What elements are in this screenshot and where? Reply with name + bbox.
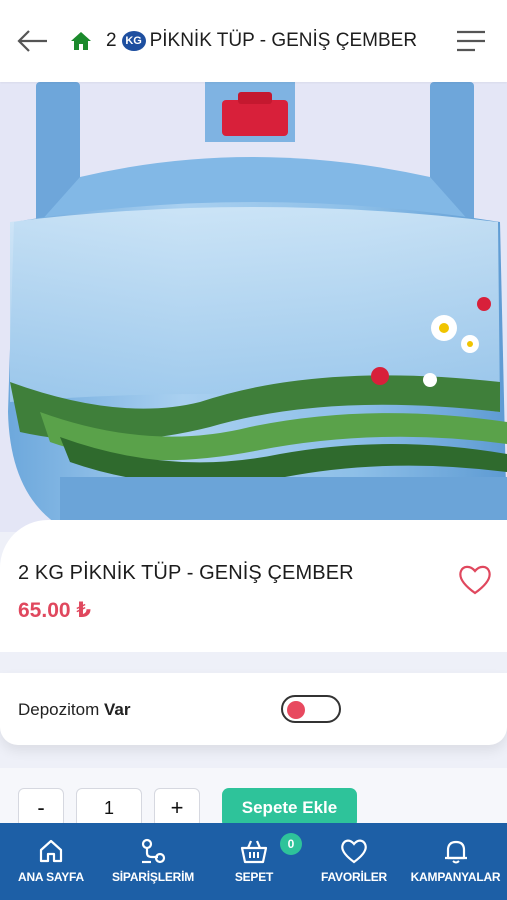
basket-icon bbox=[240, 840, 268, 864]
toggle-knob bbox=[287, 701, 305, 719]
decrease-button[interactable]: - bbox=[18, 788, 64, 828]
product-info-card: 2 KG PİKNİK TÜP - GENİŞ ÇEMBER 65.00 ₺ bbox=[0, 520, 507, 652]
nav-item-cart[interactable]: 0 SEPET bbox=[204, 823, 304, 900]
kg-logo: KG bbox=[121, 31, 146, 51]
add-to-cart-button[interactable]: Sepete Ekle bbox=[222, 788, 357, 828]
home-icon[interactable] bbox=[70, 30, 92, 52]
deposit-row: Depozitom Var bbox=[0, 673, 507, 745]
deposit-value: Var bbox=[104, 700, 131, 719]
nav-label-favorites: FAVORİLER bbox=[321, 870, 387, 884]
bell-icon bbox=[444, 840, 467, 864]
menu-icon bbox=[457, 30, 485, 52]
deposit-label: Depozitom Var bbox=[18, 700, 130, 720]
title-prefix: 2 bbox=[106, 30, 117, 51]
bottom-navigation: ANA SAYFA SİPARİŞLERİM 0 SEPET FAVORİLER bbox=[0, 823, 507, 900]
home-icon bbox=[39, 839, 63, 863]
nav-item-campaigns[interactable]: KAMPANYALAR bbox=[404, 823, 507, 900]
quantity-row: - 1 + Sepete Ekle bbox=[0, 768, 507, 828]
nav-label-orders: SİPARİŞLERİM bbox=[111, 870, 195, 884]
arrow-left-icon bbox=[17, 30, 47, 52]
increase-button[interactable]: + bbox=[154, 788, 200, 828]
menu-button[interactable] bbox=[455, 28, 487, 54]
nav-item-orders[interactable]: SİPARİŞLERİM bbox=[102, 823, 204, 900]
nav-label-campaigns: KAMPANYALAR bbox=[410, 870, 501, 884]
top-app-bar: 2 KG PİKNİK TÜP - GENİŞ ÇEMBER bbox=[0, 0, 507, 82]
favorite-button[interactable] bbox=[457, 562, 493, 598]
product-name: 2 KG PİKNİK TÜP - GENİŞ ÇEMBER bbox=[18, 562, 354, 584]
heart-outline-icon bbox=[459, 565, 491, 595]
product-price: 65.00 ₺ bbox=[18, 599, 91, 622]
deposit-label-text: Depozitom bbox=[18, 700, 100, 719]
quantity-input[interactable]: 1 bbox=[76, 788, 142, 828]
orders-icon bbox=[141, 838, 166, 864]
product-image bbox=[0, 82, 507, 532]
title-text: PİKNİK TÜP - GENİŞ ÇEMBER bbox=[149, 30, 418, 51]
nav-label-cart: SEPET bbox=[234, 870, 274, 884]
heart-icon bbox=[341, 839, 367, 864]
deposit-toggle[interactable] bbox=[281, 695, 341, 723]
back-button[interactable] bbox=[16, 26, 50, 56]
nav-item-home[interactable]: ANA SAYFA bbox=[0, 823, 102, 900]
page-title: 2 KG PİKNİK TÜP - GENİŞ ÇEMBER bbox=[106, 28, 417, 54]
nav-label-home: ANA SAYFA bbox=[18, 870, 84, 884]
cart-badge: 0 bbox=[280, 833, 302, 855]
nav-item-favorites[interactable]: FAVORİLER bbox=[304, 823, 404, 900]
